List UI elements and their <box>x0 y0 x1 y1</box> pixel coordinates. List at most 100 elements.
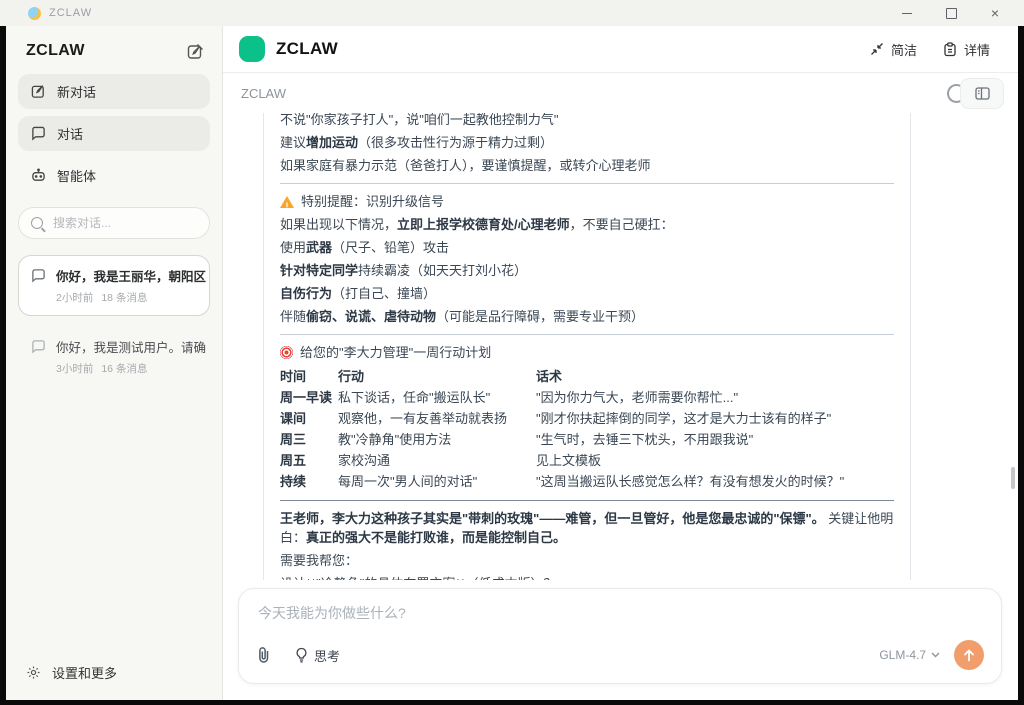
search-input[interactable] <box>51 215 185 231</box>
message-text: 如果出现以下情况， <box>280 217 397 232</box>
close-icon: × <box>991 6 999 20</box>
new-chat-compose-button[interactable] <box>187 43 204 60</box>
conversation-count: 18 条消息 <box>101 290 147 305</box>
brand-name: ZCLAW <box>276 39 338 59</box>
conversation-title: 你好，我是王丽华，朝阳区... <box>56 266 206 285</box>
conversation-item[interactable]: 你好，我是测试用户。请确... 3小时前 16 条消息 <box>18 326 210 387</box>
action-plan-table: 时间行动话术周一早读私下谈话，任命"搬运队长""因为你力气大，老师需要你帮忙..… <box>280 366 894 492</box>
chat-title: ZCLAW <box>241 86 286 101</box>
table-row: 持续每周一次"男人间的对话""这周当搬运队长感觉怎么样？有没有想发火的时候？" <box>280 471 894 492</box>
message-paragraph: 需要我帮您： <box>280 551 894 570</box>
scrollbar-thumb[interactable] <box>1011 467 1015 489</box>
message-text: 伴随 <box>280 309 306 324</box>
composer: 思考 GLM-4.7 <box>238 588 1002 684</box>
window-titlebar: ZCLAW × <box>0 0 1024 26</box>
settings-and-more-button[interactable]: 设置和更多 <box>6 647 222 700</box>
conversation-list: 你好，我是王丽华，朝阳区... 2小时前 18 条消息 你好，我是测试用户。请确… <box>6 243 222 399</box>
divider <box>280 183 894 184</box>
table-cell: "刚才你扶起摔倒的同学，这才是大力士该有的样子" <box>536 408 894 429</box>
table-cell: 周一早读 <box>280 387 338 408</box>
message-bold-text: 立即上报学校德育处/心理老师 <box>397 217 570 232</box>
clipboard-icon <box>943 42 957 57</box>
sidebar-menu: 新对话 对话 智能体 <box>6 72 222 195</box>
toggle-side-panel-button[interactable] <box>960 78 1004 109</box>
model-name: GLM-4.7 <box>879 648 926 662</box>
search-box[interactable] <box>18 207 210 239</box>
message-text: ，不要自己硬扛： <box>570 217 674 232</box>
send-button[interactable] <box>954 640 984 670</box>
message-text: 使用 <box>280 240 306 255</box>
message-paragraph: 伴随偷窃、说谎、虐待动物（可能是品行障碍，需要专业干预） <box>280 307 894 326</box>
message-text: 如果家庭有暴力示范（爸爸打人），要谨慎提醒，或转介心理老师 <box>280 158 651 173</box>
collapse-icon <box>870 42 884 56</box>
thinking-label: 思考 <box>314 646 340 665</box>
message-text: 设计**"冷静角"的具体布置方案**（低成本版）？ <box>280 576 556 580</box>
compose-icon <box>31 84 46 99</box>
table-cell: 见上文模板 <box>536 450 894 471</box>
arrow-up-icon <box>963 649 975 662</box>
table-cell: 私下谈话，任命"搬运队长" <box>338 387 536 408</box>
conversation-count: 16 条消息 <box>101 361 147 376</box>
close-button[interactable]: × <box>988 6 1002 20</box>
target-icon <box>280 346 293 359</box>
main-header: ZCLAW 简洁 详情 <box>223 26 1018 73</box>
table-header-cell: 时间 <box>280 366 338 387</box>
conversation-title: 你好，我是测试用户。请确... <box>56 337 206 356</box>
sidebar-item-new-chat[interactable]: 新对话 <box>18 74 210 109</box>
main-panel: ZCLAW 简洁 详情 ZCLAW <box>223 26 1018 700</box>
table-row: 周五家校沟通见上文模板 <box>280 450 894 471</box>
message-paragraph: 建议增加运动（很多攻击性行为源于精力过剩） <box>280 133 894 152</box>
message-input[interactable] <box>256 604 988 622</box>
app-icon <box>28 7 41 20</box>
message-text: 需要我帮您： <box>280 553 358 568</box>
sidebar-item-label: 智能体 <box>57 166 96 185</box>
warning-icon <box>280 196 294 208</box>
chat-header: ZCLAW <box>223 73 1018 113</box>
message-bold-text: 针对特定同学 <box>280 263 358 278</box>
window-title: ZCLAW <box>49 7 92 19</box>
table-cell: 周五 <box>280 450 338 471</box>
chat-bubble-icon <box>31 339 46 376</box>
table-cell: "这周当搬运队长感觉怎么样？有没有想发火的时候？" <box>536 471 894 492</box>
conversation-item[interactable]: 你好，我是王丽华，朝阳区... 2小时前 18 条消息 <box>18 255 210 316</box>
maximize-button[interactable] <box>944 6 958 20</box>
message-bold-text: 真正的强大不是能打败谁，而是能控制自己。 <box>306 530 566 545</box>
message-text: 特别提醒：识别升级信号 <box>301 194 444 209</box>
chat-icon <box>31 126 46 141</box>
message-paragraph: 王老师，李大力这种孩子其实是"带刺的玫瑰"——难管，但一旦管好，他是您最忠诚的"… <box>280 509 894 547</box>
attach-file-button[interactable] <box>256 646 273 664</box>
chat-scroll-area[interactable]: 不说"你家孩子打人"，说"咱们一起教他控制力气"建议增加运动（很多攻击性行为源于… <box>223 113 1018 580</box>
maximize-icon <box>946 8 957 19</box>
gear-icon <box>26 665 41 680</box>
table-cell: 每周一次"男人间的对话" <box>338 471 536 492</box>
sidebar-item-label: 新对话 <box>57 82 96 101</box>
model-selector[interactable]: GLM-4.7 <box>879 648 940 662</box>
lightbulb-icon <box>295 647 308 663</box>
table-cell: 教"冷静角"使用方法 <box>338 429 536 450</box>
settings-label: 设置和更多 <box>52 663 117 682</box>
bot-icon <box>31 168 46 183</box>
table-cell: 周三 <box>280 429 338 450</box>
compact-mode-button[interactable]: 简洁 <box>870 40 917 59</box>
message-paragraph: 自伤行为（打自己、撞墙） <box>280 284 894 303</box>
message-bold-text: 增加运动 <box>306 135 358 150</box>
sidebar-item-chats[interactable]: 对话 <box>18 116 210 151</box>
minimize-button[interactable] <box>900 6 914 20</box>
assistant-message: 不说"你家孩子打人"，说"咱们一起教他控制力气"建议增加运动（很多攻击性行为源于… <box>263 113 911 580</box>
sidebar-item-agents[interactable]: 智能体 <box>18 158 210 193</box>
message-text: 建议 <box>280 135 306 150</box>
table-header-row: 时间行动话术 <box>280 366 894 387</box>
table-cell: 观察他，一有友善举动就表扬 <box>338 408 536 429</box>
message-bold-text: 自伤行为 <box>280 286 332 301</box>
message-bold-text: 王老师，李大力这种孩子其实是"带刺的玫瑰"——难管，但一旦管好，他是您最忠诚的"… <box>280 511 825 526</box>
message-text: 持续霸凌（如天天打刘小花） <box>358 263 527 278</box>
thinking-toggle[interactable]: 思考 <box>295 646 340 665</box>
message-paragraph: 如果家庭有暴力示范（爸爸打人），要谨慎提醒，或转介心理老师 <box>280 156 894 175</box>
details-button[interactable]: 详情 <box>943 40 990 59</box>
table-header-cell: 话术 <box>536 366 894 387</box>
message-text: （可能是品行障碍，需要专业干预） <box>436 309 644 324</box>
message-paragraph: 给您的"李大力管理"一周行动计划 <box>280 343 894 362</box>
message-text: （尺子、铅笔）攻击 <box>332 240 449 255</box>
paperclip-icon <box>256 646 273 664</box>
sidebar-title: ZCLAW <box>26 42 85 60</box>
